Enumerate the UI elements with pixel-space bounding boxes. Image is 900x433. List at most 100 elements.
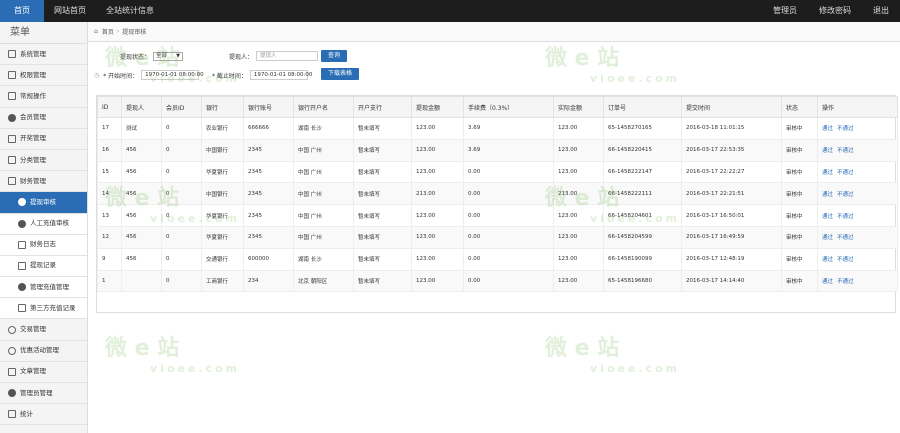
nav-home[interactable]: 首页 xyxy=(0,0,44,22)
table-cell: 0 xyxy=(161,247,202,271)
table-cell: 审核中 xyxy=(781,269,818,293)
table-cell: 暂未填写 xyxy=(353,269,412,293)
sidebar-item[interactable]: 第三方充值记录 xyxy=(0,298,87,320)
column-header: ID xyxy=(97,96,122,118)
sidebar-item-label: 分类管理 xyxy=(20,155,46,164)
table-cell: 2345 xyxy=(243,138,294,162)
end-time-input[interactable]: 1970-01-01 08:00:00 xyxy=(249,70,312,80)
home-icon[interactable]: ⌂ xyxy=(94,28,98,35)
reject-link[interactable]: 不通过 xyxy=(837,126,854,132)
document-icon xyxy=(18,304,26,313)
approve-link[interactable]: 通过 xyxy=(822,235,833,241)
table-cell: 暂未填写 xyxy=(353,204,412,227)
table-cell: 9 xyxy=(97,247,122,271)
actions-cell: 通过 不通过 xyxy=(817,182,898,206)
table-cell: 暂未填写 xyxy=(353,247,412,271)
breadcrumb-home[interactable]: 首页 xyxy=(102,27,114,36)
sidebar-item[interactable]: 常规操作 xyxy=(0,86,87,108)
table-cell: 15 xyxy=(97,160,122,184)
table-cell: 2345 xyxy=(243,225,294,249)
table-row: 12 456 0 华夏银行 2345 中国 广州 暂未填写 123.00 0.00 123.00 6… xyxy=(97,225,898,249)
table-cell: 0.00 xyxy=(463,247,554,271)
approve-link[interactable]: 通过 xyxy=(822,214,833,220)
sidebar-item[interactable]: 财务日志 xyxy=(0,234,87,256)
approve-link[interactable]: 通过 xyxy=(822,148,833,154)
table-cell: 北京 朝阳区 xyxy=(293,269,354,293)
approve-link[interactable]: 通过 xyxy=(822,126,833,132)
sidebar-item[interactable]: 财务管理 xyxy=(0,171,87,193)
table-cell: 2016-03-17 22:53:35 xyxy=(681,138,782,162)
sidebar-item[interactable]: 会员管理 xyxy=(0,108,87,129)
sidebar-item[interactable]: 优惠活动管理 xyxy=(0,341,87,362)
sidebar-item[interactable]: 权限管理 xyxy=(0,65,87,87)
table-cell: 审核中 xyxy=(781,204,818,227)
nav-logout[interactable]: 退出 xyxy=(862,0,900,22)
table-cell: 65-1458196680 xyxy=(603,269,682,293)
sidebar-title: 菜单 xyxy=(0,22,87,44)
sidebar-item[interactable]: 管理充值管理 xyxy=(0,277,87,299)
sidebar-list: 系统管理 权限管理常规操作会员管理 开奖管理分类管理财务管理 提现审核 人工充值审核 财务… xyxy=(0,44,87,426)
table-cell: 2016-03-17 14:14:40 xyxy=(681,269,782,293)
gear-icon xyxy=(8,177,16,186)
reject-link[interactable]: 不通过 xyxy=(837,170,854,176)
sidebar-item[interactable]: 提现审核 xyxy=(0,192,87,214)
applicant-input[interactable]: 提现人 xyxy=(256,51,319,61)
approve-link[interactable]: 通过 xyxy=(822,170,833,176)
nav-site-home[interactable]: 网站首页 xyxy=(44,0,96,22)
sidebar-item[interactable]: 开奖管理 xyxy=(0,129,87,150)
sidebar-item-label: 常规操作 xyxy=(20,91,46,100)
table-cell: 交通银行 xyxy=(201,247,244,271)
sidebar-item[interactable]: 统计 xyxy=(0,404,87,426)
start-time-input[interactable]: 1970-01-01 08:00:00 xyxy=(141,70,204,80)
table-cell: 456 xyxy=(121,204,162,227)
sidebar-item[interactable]: 管理员管理 xyxy=(0,383,87,405)
table-cell: 测试 xyxy=(121,117,162,140)
nav-admin[interactable]: 管理员 xyxy=(762,0,808,22)
approve-link[interactable]: 通过 xyxy=(822,192,833,198)
gear-icon xyxy=(8,134,16,143)
table-cell: 农业银行 xyxy=(201,117,244,140)
sidebar-item-label: 提现记录 xyxy=(30,261,56,270)
user-icon xyxy=(8,389,16,398)
table-cell: 123.00 xyxy=(411,160,464,184)
table-body: 17 测试 0 农业银行 666666 湖南 长沙 暂未填写 123.00 3.69 123.00… xyxy=(97,117,898,293)
actions-cell: 通过 不通过 xyxy=(817,138,898,162)
reject-link[interactable]: 不通过 xyxy=(837,192,854,198)
sidebar-item[interactable]: 系统管理 xyxy=(0,44,87,66)
table-row: 14 456 0 中国银行 2345 中国 广州 暂未填写 213.00 0.00 213.00 6… xyxy=(97,182,898,206)
document-icon xyxy=(8,367,16,376)
sidebar-item[interactable]: 人工充值审核 xyxy=(0,213,87,235)
query-button[interactable]: 查询 xyxy=(321,50,348,62)
status-select[interactable]: 全部 ▼ xyxy=(153,52,184,61)
chart-icon xyxy=(8,410,16,419)
approve-link[interactable]: 通过 xyxy=(822,257,833,263)
reject-link[interactable]: 不通过 xyxy=(837,257,854,263)
status-select-value: 全部 xyxy=(156,53,168,59)
table-row: 13 456 0 华夏银行 2345 中国 广州 暂未填写 123.00 0.00 123.00 6… xyxy=(97,204,898,227)
circle-icon xyxy=(8,325,16,334)
table-cell: 66-1458204601 xyxy=(603,204,682,227)
table-cell: 0 xyxy=(161,182,202,206)
reject-link[interactable]: 不通过 xyxy=(837,235,854,241)
approve-link[interactable]: 通过 xyxy=(822,279,833,285)
table-cell: 2016-03-17 12:48:19 xyxy=(681,247,782,271)
sidebar-item[interactable]: 文章管理 xyxy=(0,362,87,383)
applicant-label: 提现人： xyxy=(229,53,254,61)
table-cell: 66-1458204599 xyxy=(603,225,682,249)
nav-change-password[interactable]: 修改密码 xyxy=(808,0,862,22)
nav-site-stats[interactable]: 全站统计信息 xyxy=(96,0,164,22)
sidebar-item[interactable]: 分类管理 xyxy=(0,150,87,172)
column-header[interactable]: 提现人 xyxy=(121,96,162,118)
sidebar-item[interactable]: 交易管理 xyxy=(0,319,87,341)
reject-link[interactable]: 不通过 xyxy=(837,214,854,220)
user-icon xyxy=(18,219,26,228)
export-button[interactable]: 下载表格 xyxy=(321,68,360,80)
table-row: 15 456 0 华夏银行 2345 中国 广州 暂未填写 123.00 0.00 123.00 6… xyxy=(97,160,898,184)
sidebar-item[interactable]: 提现记录 xyxy=(0,255,87,278)
reject-link[interactable]: 不通过 xyxy=(837,279,854,285)
table-cell: 123.00 xyxy=(553,138,604,162)
reject-link[interactable]: 不通过 xyxy=(837,148,854,154)
clock-icon: ◷ xyxy=(94,71,100,79)
watermark: 微 e 站 xyxy=(105,336,180,361)
table-cell: 中国 广州 xyxy=(293,204,354,227)
